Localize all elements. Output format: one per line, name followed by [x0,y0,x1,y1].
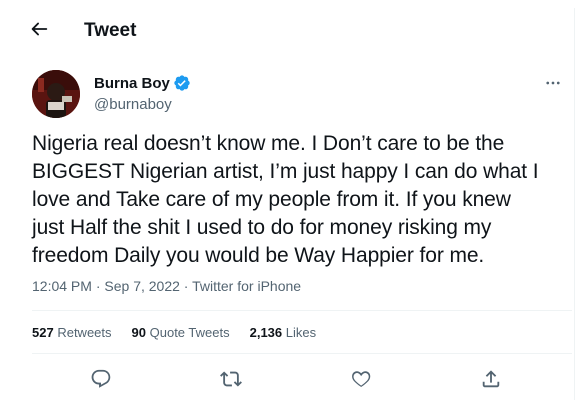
quotes-count: 90 [131,325,146,340]
tweet-source[interactable]: Twitter for iPhone [192,278,301,294]
tweet-text-line: BIGGEST Nigerian artist, I’m just happy … [32,160,539,183]
quotes-stat[interactable]: 90 Quote Tweets [132,325,230,340]
back-arrow-icon[interactable] [28,18,50,40]
tweet-text-line: love and Take care of my people from it.… [32,188,511,211]
retweet-icon[interactable] [220,368,242,390]
tweet-time[interactable]: 12:04 PM [32,278,92,294]
page-title: Tweet [84,20,137,41]
likes-count: 2,136 [249,325,283,340]
share-icon[interactable] [480,368,502,390]
verified-badge-icon [174,75,190,91]
divider [32,353,572,354]
retweets-label: Retweets [57,325,112,340]
tweet-actions [12,364,574,396]
avatar[interactable] [32,70,80,118]
tweet-date[interactable]: Sep 7, 2022 [104,278,180,294]
tweet-page: Tweet Burna Boy @burnaboy Nigeria real d… [12,8,575,400]
header: Tweet [12,8,574,52]
tweet-text: Nigeria real doesn’t know me. I Don’t ca… [32,130,572,270]
author-name-row: Burna Boy [94,74,191,92]
tweet-text-line: Nigeria real doesn’t know me. I Don’t ca… [32,132,505,155]
like-icon[interactable] [350,368,372,390]
avatar-image [32,70,80,118]
tweet-metadata: 12:04 PM · Sep 7, 2022 · Twitter for iPh… [32,278,301,294]
retweets-stat[interactable]: 527 Retweets [32,325,112,340]
meta-separator: · [179,278,193,294]
retweets-count: 527 [32,325,54,340]
tweet-text-line: freedom Daily you would be Way Happier f… [32,244,485,267]
quotes-label: Quote Tweets [149,325,230,340]
author-handle[interactable]: @burnaboy [94,96,172,113]
likes-label: Likes [285,325,317,340]
tweet-stats: 527 Retweets 90 Quote Tweets 2,136 Likes [32,325,336,340]
tweet-text-line: just Half the shit I used to do for mone… [32,216,492,239]
author-name[interactable]: Burna Boy [94,75,170,92]
divider [32,310,572,311]
likes-stat[interactable]: 2,136 Likes [250,325,317,340]
more-options-icon[interactable] [544,74,562,92]
reply-icon[interactable] [90,368,112,390]
meta-separator: · [91,278,105,294]
